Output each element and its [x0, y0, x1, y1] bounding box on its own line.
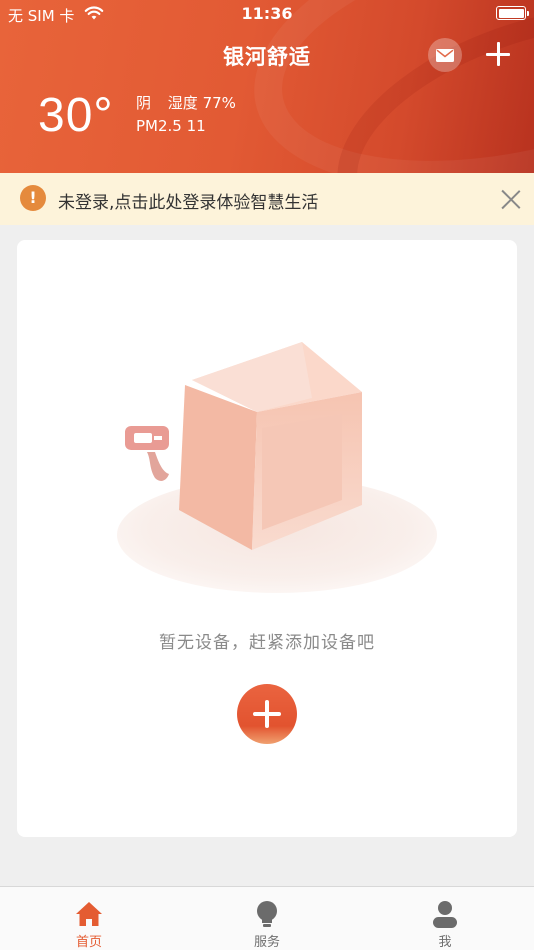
add-button[interactable]	[484, 40, 512, 68]
tab-service[interactable]: 服务	[178, 887, 356, 950]
mail-icon	[436, 48, 454, 62]
login-notice-text[interactable]: 未登录,点击此处登录体验智慧生活	[58, 188, 318, 213]
humidity: 湿度 77%	[167, 94, 236, 112]
login-notice-banner[interactable]: ! 未登录,点击此处登录体验智慧生活	[0, 173, 534, 225]
add-device-button[interactable]	[237, 684, 297, 744]
weather-condition: 阴	[136, 94, 152, 112]
device-list-card: 暂无设备，赶紧添加设备吧	[17, 240, 517, 837]
empty-state-text: 暂无设备，赶紧添加设备吧	[159, 633, 375, 653]
tab-home[interactable]: 首页	[0, 887, 178, 950]
lightbulb-icon	[257, 901, 277, 927]
status-bar: 无 SIM 卡 11:36	[0, 0, 534, 28]
message-button[interactable]	[428, 38, 462, 72]
close-icon[interactable]	[500, 188, 522, 210]
empty-box-illustration	[117, 342, 437, 593]
tab-me[interactable]: 我	[356, 887, 534, 950]
pm25: PM2.5 11	[136, 117, 206, 135]
tab-bar: 首页 服务 我	[0, 886, 534, 950]
weather-summary: 阴 湿度 77%	[136, 92, 236, 113]
tab-service-label: 服务	[253, 935, 280, 950]
exclamation-icon: !	[20, 185, 46, 211]
home-icon	[76, 902, 102, 926]
status-time: 11:36	[241, 4, 293, 23]
user-icon	[433, 901, 457, 928]
tab-home-label: 首页	[75, 935, 102, 950]
tab-me-label: 我	[438, 935, 452, 950]
temperature: 30°	[38, 89, 114, 142]
battery-icon	[496, 6, 529, 20]
header: 无 SIM 卡 11:36 银河舒适 30° 阴 湿度 77% PM2.5 11	[0, 0, 534, 173]
